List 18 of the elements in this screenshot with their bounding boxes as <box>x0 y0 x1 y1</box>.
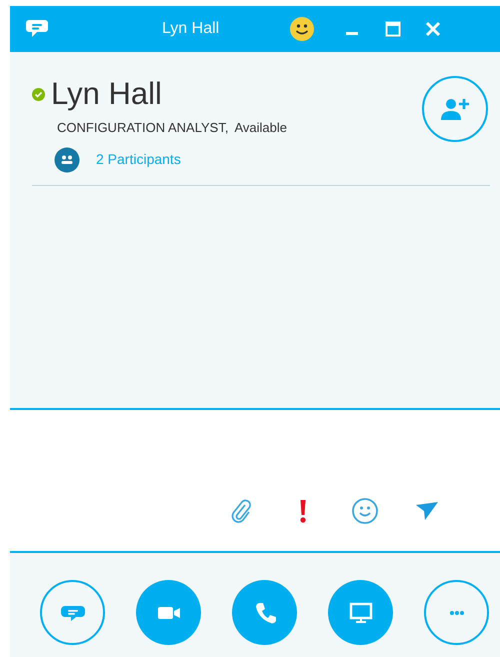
presence-icon <box>32 88 45 100</box>
add-person-icon <box>440 97 470 121</box>
window-title: Lyn Hall <box>162 19 220 39</box>
participants-icon <box>54 146 80 172</box>
job-title: CONFIGURATION ANALYST, <box>57 119 228 137</box>
smiley-icon[interactable] <box>289 16 316 42</box>
send-icon <box>415 501 439 521</box>
chat-bubble-icon <box>25 18 49 40</box>
paperclip-icon <box>230 499 252 523</box>
participants-link[interactable]: 2 Participants <box>96 149 181 170</box>
status-text: Available <box>234 119 287 137</box>
smiley-icon <box>351 497 379 525</box>
add-person-button[interactable] <box>422 76 488 142</box>
more-icon <box>448 610 464 616</box>
close-icon[interactable] <box>425 21 442 37</box>
contact-name: Lyn Hall <box>51 75 162 113</box>
maximize-icon[interactable] <box>385 21 402 37</box>
exclamation-icon <box>298 498 308 524</box>
